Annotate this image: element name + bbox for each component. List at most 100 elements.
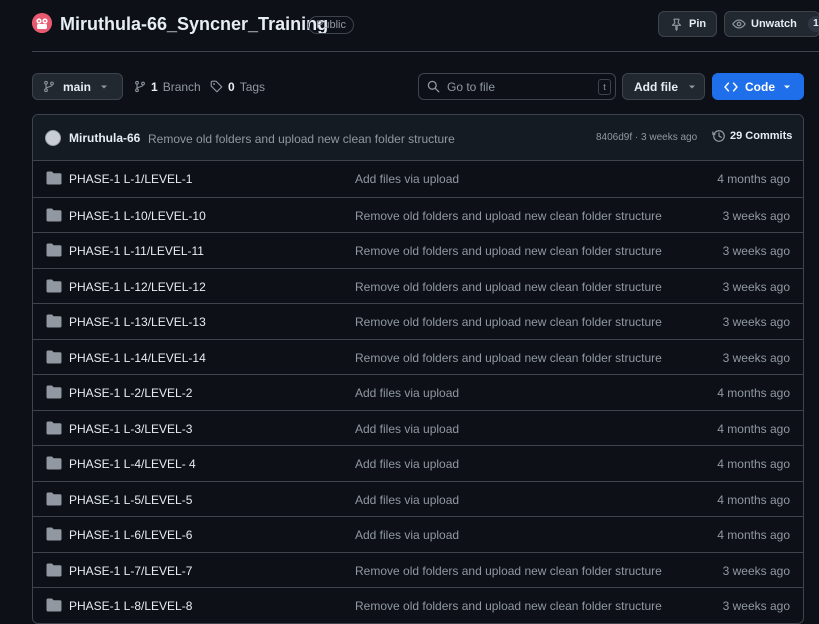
latest-commit-message[interactable]: Remove old folders and upload new clean … <box>148 132 455 146</box>
file-name-link[interactable]: PHASE-1 L-7/LEVEL-7 <box>69 564 192 578</box>
file-commit-message-link[interactable]: Add files via upload <box>355 528 459 542</box>
table-row[interactable]: PHASE-1 L-14/LEVEL-14 Remove old folders… <box>33 338 803 375</box>
visibility-badge: Public <box>308 16 354 34</box>
file-table: Miruthula-66 Remove old folders and uplo… <box>32 114 804 624</box>
file-commit-message-link[interactable]: Remove old folders and upload new clean … <box>355 599 662 613</box>
file-commit-message-link[interactable]: Remove old folders and upload new clean … <box>355 351 662 365</box>
code-label: Code <box>745 79 775 94</box>
file-commit-message-link[interactable]: Remove old folders and upload new clean … <box>355 280 662 294</box>
file-commit-age: 4 months ago <box>717 528 790 542</box>
folder-icon <box>46 421 62 435</box>
branch-select-button[interactable]: main <box>32 73 123 100</box>
folder-icon <box>46 208 62 222</box>
table-row[interactable]: PHASE-1 L-13/LEVEL-13 Remove old folders… <box>33 303 803 339</box>
table-row[interactable]: PHASE-1 L-2/LEVEL-2 Add files via upload… <box>33 374 803 410</box>
file-commit-age: 4 months ago <box>717 457 790 471</box>
code-button[interactable]: Code <box>712 73 804 100</box>
file-name-link[interactable]: PHASE-1 L-13/LEVEL-13 <box>69 315 206 329</box>
chevron-down-icon <box>687 82 697 92</box>
file-name-link[interactable]: PHASE-1 L-8/LEVEL-8 <box>69 599 192 613</box>
commit-author[interactable]: Miruthula-66 <box>69 131 140 145</box>
chevron-down-icon <box>782 82 792 92</box>
owner-avatar-icon[interactable] <box>32 13 52 33</box>
pin-label: Pin <box>689 18 707 30</box>
file-name-link[interactable]: PHASE-1 L-11/LEVEL-11 <box>69 244 204 258</box>
table-row[interactable]: PHASE-1 L-11/LEVEL-11 Remove old folders… <box>33 232 803 268</box>
folder-icon <box>46 563 62 577</box>
file-list: PHASE-1 L-1/LEVEL-1 Add files via upload… <box>33 161 803 623</box>
keyboard-shortcut-hint: t <box>598 79 611 95</box>
branch-count: 1 <box>151 79 158 94</box>
watch-button[interactable]: Unwatch 1 <box>724 11 819 37</box>
go-to-file-input[interactable] <box>447 79 597 94</box>
file-commit-message-link[interactable]: Add files via upload <box>355 457 459 471</box>
branch-count-label: Branch <box>162 79 201 94</box>
folder-icon <box>46 385 62 399</box>
file-commit-message-link[interactable]: Remove old folders and upload new clean … <box>355 315 662 329</box>
table-row[interactable]: PHASE-1 L-1/LEVEL-1 Add files via upload… <box>33 161 803 197</box>
file-commit-age: 3 weeks ago <box>722 208 790 223</box>
file-commit-message-link[interactable]: Remove old folders and upload new clean … <box>355 564 662 578</box>
commit-hash-and-time[interactable]: 8406d9f · 3 weeks ago <box>596 132 697 143</box>
tag-count-label: Tags <box>239 79 266 94</box>
table-row[interactable]: PHASE-1 L-8/LEVEL-8 Remove old folders a… <box>33 587 803 623</box>
watch-count: 1 <box>807 16 819 32</box>
repo-toolbar: main 1 Branch 0 Tags t Add file <box>32 73 819 100</box>
table-row[interactable]: PHASE-1 L-10/LEVEL-10 Remove old folders… <box>33 196 803 233</box>
file-commit-age: 4 months ago <box>717 386 790 400</box>
file-commit-message-link[interactable]: Add files via upload <box>355 172 459 186</box>
avatar[interactable] <box>45 130 61 146</box>
file-commit-message-link[interactable]: Add files via upload <box>355 386 459 400</box>
repo-header: Miruthula-66_Syncner_Training Public Pin… <box>32 11 819 41</box>
file-commit-message-link[interactable]: Add files via upload <box>355 493 459 507</box>
tags-link[interactable]: 0 Tags <box>210 73 265 100</box>
file-name-link[interactable]: PHASE-1 L-6/LEVEL-6 <box>69 528 192 542</box>
chevron-down-icon <box>99 82 109 92</box>
file-name-link[interactable]: PHASE-1 L-1/LEVEL-1 <box>69 172 192 186</box>
file-commit-age: 3 weeks ago <box>722 350 790 365</box>
pin-icon <box>670 18 683 31</box>
pin-button[interactable]: Pin <box>658 11 717 37</box>
branches-link[interactable]: 1 Branch <box>134 73 201 100</box>
folder-icon <box>46 492 62 506</box>
git-branch-icon <box>43 80 55 93</box>
history-icon <box>712 129 726 143</box>
repo-name[interactable]: Miruthula-66_Syncner_Training <box>60 14 328 35</box>
file-commit-age: 4 months ago <box>717 421 790 436</box>
table-row[interactable]: PHASE-1 L-3/LEVEL-3 Add files via upload… <box>33 409 803 446</box>
folder-icon <box>46 527 62 541</box>
folder-icon <box>46 171 62 185</box>
file-name-link[interactable]: PHASE-1 L-10/LEVEL-10 <box>69 209 206 223</box>
eye-icon <box>732 17 746 31</box>
file-name-link[interactable]: PHASE-1 L-12/LEVEL-12 <box>69 280 206 294</box>
add-file-button[interactable]: Add file <box>622 73 705 100</box>
file-name-link[interactable]: PHASE-1 L-14/LEVEL-14 <box>69 351 206 365</box>
table-row[interactable]: PHASE-1 L-7/LEVEL-7 Remove old folders a… <box>33 551 803 588</box>
header-divider <box>32 51 819 52</box>
folder-icon <box>46 279 62 293</box>
file-commit-message-link[interactable]: Remove old folders and upload new clean … <box>355 244 662 258</box>
file-commit-message-link[interactable]: Add files via upload <box>355 422 459 436</box>
file-name-link[interactable]: PHASE-1 L-5/LEVEL-5 <box>69 493 192 507</box>
tag-count: 0 <box>228 79 235 94</box>
commits-count-label: 29 Commits <box>730 130 793 142</box>
table-row[interactable]: PHASE-1 L-5/LEVEL-5 Add files via upload… <box>33 480 803 517</box>
branch-name: main <box>63 79 92 94</box>
file-name-link[interactable]: PHASE-1 L-4/LEVEL- 4 <box>69 457 196 471</box>
table-row[interactable]: PHASE-1 L-12/LEVEL-12 Remove old folders… <box>33 267 803 304</box>
watch-label: Unwatch <box>751 18 797 30</box>
go-to-file-field[interactable]: t <box>418 73 616 100</box>
file-name-link[interactable]: PHASE-1 L-2/LEVEL-2 <box>69 386 192 400</box>
file-commit-age: 3 weeks ago <box>722 599 790 613</box>
git-branch-icon <box>134 80 146 93</box>
commits-history-link[interactable]: 29 Commits <box>712 129 792 143</box>
file-commit-age: 4 months ago <box>717 492 790 507</box>
file-commit-age: 3 weeks ago <box>722 315 790 329</box>
folder-icon <box>46 350 62 364</box>
file-name-link[interactable]: PHASE-1 L-3/LEVEL-3 <box>69 422 192 436</box>
table-row[interactable]: PHASE-1 L-4/LEVEL- 4 Add files via uploa… <box>33 445 803 481</box>
file-commit-age: 3 weeks ago <box>722 563 790 578</box>
file-commit-message-link[interactable]: Remove old folders and upload new clean … <box>355 209 662 223</box>
table-row[interactable]: PHASE-1 L-6/LEVEL-6 Add files via upload… <box>33 516 803 552</box>
file-commit-age: 3 weeks ago <box>722 279 790 294</box>
